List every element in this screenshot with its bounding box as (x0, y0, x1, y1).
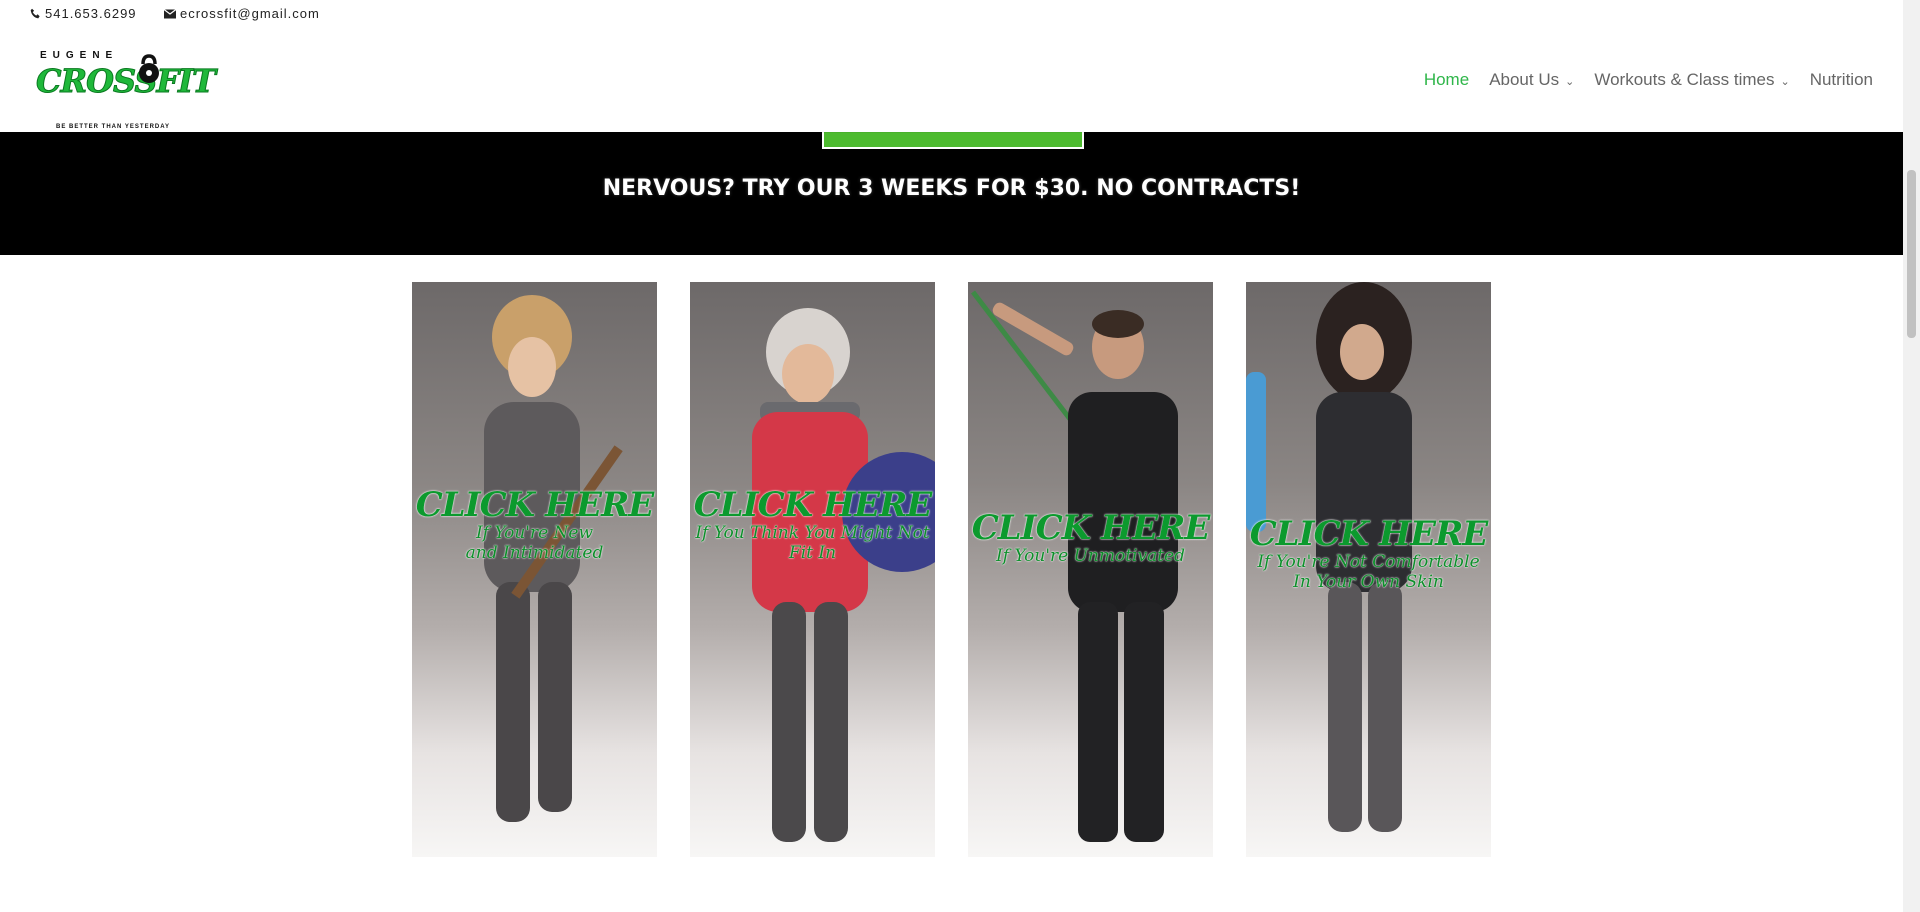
older-woman-with-medicine-ball-image (752, 308, 935, 842)
page: 541.653.6299 ecrossfit@gmail.com EUGENE … (0, 0, 1920, 912)
top-contact-bar: 541.653.6299 ecrossfit@gmail.com (0, 0, 1903, 26)
card-overlay: CLICK HERE If You Think You Might Not Fi… (690, 487, 935, 563)
card-overlay: CLICK HERE If You're Unmotivated (968, 510, 1213, 566)
scrollbar-thumb[interactable] (1907, 170, 1916, 338)
main-nav: Home About Us ⌄ Workouts & Class times ⌄… (1424, 70, 1873, 90)
logo-tagline: BE BETTER THAN YESTERDAY (56, 124, 171, 130)
nav-item-workouts[interactable]: Workouts & Class times ⌄ (1594, 70, 1789, 90)
card-subtitle-line-2: In Your Own Skin (1293, 572, 1444, 592)
nav-item-home[interactable]: Home (1424, 70, 1469, 90)
card-overlay: CLICK HERE If You're New and Intimidated (412, 487, 657, 563)
envelope-icon (164, 8, 176, 19)
man-with-resistance-band-image (971, 290, 1178, 842)
card-not-comfortable[interactable]: CLICK HERE If You're Not Comfortable In … (1246, 282, 1491, 857)
card-title: CLICK HERE (693, 485, 933, 525)
card-overlay: CLICK HERE If You're Not Comfortable In … (1246, 516, 1491, 592)
nav-item-about-us[interactable]: About Us ⌄ (1489, 70, 1574, 90)
nav-item-nutrition[interactable]: Nutrition (1810, 70, 1873, 90)
card-title: CLICK HERE (415, 485, 655, 525)
page-scrollbar[interactable] (1903, 0, 1920, 912)
nav-label: Nutrition (1809, 70, 1873, 89)
card-title: CLICK HERE (971, 508, 1211, 548)
woman-with-sledgehammer-image (484, 295, 623, 822)
card-subtitle-line-1: If You're Unmotivated (995, 546, 1186, 566)
nav-label: About Us (1489, 70, 1560, 89)
email-link[interactable]: ecrossfit@gmail.com (164, 6, 320, 21)
card-subtitle-line-1: If You're Not Comfortable (1257, 552, 1480, 572)
chevron-down-icon: ⌄ (1565, 75, 1575, 88)
phone-number: 541.653.6299 (45, 6, 137, 21)
card-title: CLICK HERE (1249, 514, 1489, 554)
nav-label: Home (1423, 70, 1470, 89)
card-subtitle-line-2: Fit In (788, 543, 837, 563)
card-subtitle-line-2: and Intimidated (465, 543, 604, 563)
email-address: ecrossfit@gmail.com (180, 6, 320, 21)
promo-headline: NERVOUS? TRY OUR 3 WEEKS FOR $30. NO CON… (602, 176, 1301, 201)
site-header: EUGENE CROSSFIT BE BETTER THAN YESTERDAY… (0, 26, 1903, 132)
cta-button[interactable] (822, 132, 1084, 149)
phone-link[interactable]: 541.653.6299 (30, 6, 137, 21)
card-subtitle-line-1: If You Think You Might Not (695, 523, 930, 543)
kettlebell-icon (136, 54, 162, 89)
logo-line-1: EUGENE (40, 50, 119, 61)
chevron-down-icon: ⌄ (1780, 75, 1790, 88)
card-subtitle-line-1: If You're New (475, 523, 594, 543)
phone-icon (30, 8, 41, 19)
card-unmotivated[interactable]: CLICK HERE If You're Unmotivated (968, 282, 1213, 857)
logo-line-2: CROSSFIT (36, 62, 217, 101)
card-new-intimidated[interactable]: CLICK HERE If You're New and Intimidated (412, 282, 657, 857)
card-might-not-fit-in[interactable]: CLICK HERE If You Think You Might Not Fi… (690, 282, 935, 857)
nav-label: Workouts & Class times (1594, 70, 1775, 89)
promo-banner: NERVOUS? TRY OUR 3 WEEKS FOR $30. NO CON… (0, 132, 1903, 255)
site-logo[interactable]: EUGENE CROSSFIT BE BETTER THAN YESTERDAY (36, 50, 217, 130)
